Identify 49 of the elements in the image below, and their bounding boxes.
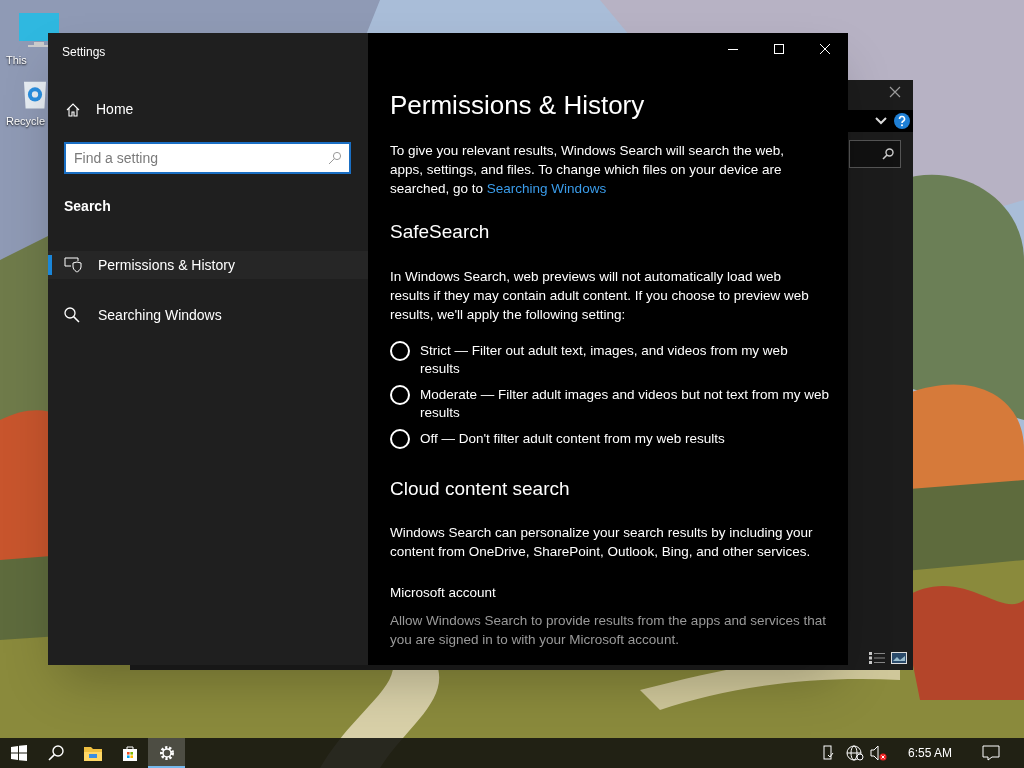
- searching-windows-link[interactable]: Searching Windows: [486, 181, 607, 196]
- section-heading: SafeSearch: [390, 220, 491, 244]
- thumbnail-view-icon[interactable]: [891, 652, 907, 664]
- maximize-icon: [774, 44, 784, 54]
- search-field[interactable]: Find a setting: [64, 142, 351, 174]
- help-icon[interactable]: [894, 113, 910, 129]
- description-text: Windows Search can personalize your search results by including your content from OneDrive, SharePoint, Outlook, Bing, and other services.: [390, 524, 814, 561]
- icon-label: This: [6, 53, 27, 68]
- clock-text[interactable]: 6:55 AM: [907, 744, 952, 762]
- shield-icon: [64, 257, 82, 273]
- search-icon: [47, 745, 64, 761]
- option-label[interactable]: Strict — Filter out adult text, images, and videos from my web results: [420, 341, 830, 378]
- search-field[interactable]: [849, 140, 901, 168]
- close-icon[interactable]: [889, 86, 901, 98]
- folder-icon: [83, 745, 102, 761]
- chevron-icon[interactable]: [875, 116, 887, 126]
- section-heading: Cloud content search: [390, 476, 571, 501]
- sidebar-item[interactable]: Permissions & History: [48, 251, 368, 279]
- monitor-icon[interactable]: [18, 12, 60, 50]
- icon-label: Recycle: [6, 113, 46, 129]
- taskbar-button[interactable]: [148, 738, 185, 768]
- account-heading: Microsoft account: [390, 584, 497, 602]
- window-title: Settings: [62, 44, 106, 61]
- account-description: Allow Windows Search to provide results from the apps and services that you are signed in to with your Microsoft account.: [390, 612, 827, 650]
- shopping-bag-icon: [121, 745, 138, 761]
- search-icon: [64, 307, 82, 323]
- search-icon: [882, 148, 894, 160]
- network-icon[interactable]: [845, 745, 864, 761]
- option-label[interactable]: Moderate — Filter adult images and videos but not text from my web results: [420, 385, 830, 422]
- windows-logo-icon: [10, 745, 27, 761]
- gear-icon: [158, 745, 175, 761]
- radio-button[interactable]: [390, 428, 410, 449]
- close-icon: [820, 44, 830, 54]
- muted-speaker-icon[interactable]: [869, 745, 888, 761]
- home-icon: [66, 102, 80, 117]
- home-link[interactable]: Home: [66, 99, 134, 120]
- intro-text: To give you relevant results, Windows Search will search the web, apps, settings, and files. To change which files on your device are searched, go to Searching Windows: [390, 142, 785, 198]
- description-text: In Windows Search, web previews will not automatically load web results if they may contain adult content. If you choose to preview web results, we'll apply the following setting:: [390, 267, 810, 324]
- search-icon: [328, 151, 342, 165]
- details-view-icon[interactable]: [869, 652, 885, 664]
- radio-button[interactable]: [390, 384, 410, 405]
- radio-button[interactable]: [390, 340, 410, 361]
- page-title: Permissions & History: [390, 89, 646, 121]
- notification-icon[interactable]: [982, 745, 1000, 761]
- section-heading: Search: [64, 197, 111, 216]
- minimize-icon: [728, 48, 738, 50]
- usb-icon[interactable]: [821, 745, 834, 761]
- option-label[interactable]: Off — Don't filter adult content from my web results: [420, 429, 830, 448]
- sidebar-item[interactable]: Searching Windows: [48, 301, 368, 329]
